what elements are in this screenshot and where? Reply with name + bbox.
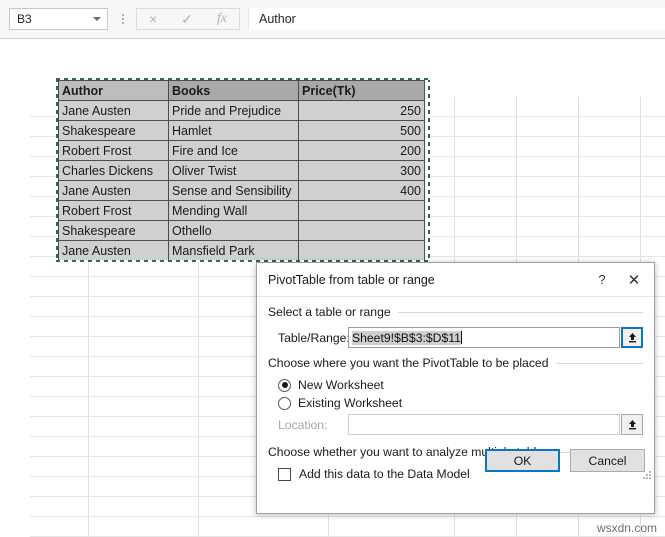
watermark: wsxdn.com bbox=[596, 521, 657, 535]
table-row: Charles Dickens Oliver Twist 300 bbox=[58, 160, 425, 181]
table-row: Shakespeare Othello bbox=[58, 220, 425, 241]
table-cell[interactable]: 250 bbox=[298, 100, 425, 121]
table-cell[interactable] bbox=[298, 200, 425, 221]
name-box[interactable]: B3 bbox=[9, 8, 108, 30]
radio-existing-worksheet-label: Existing Worksheet bbox=[298, 396, 403, 410]
table-row: Shakespeare Hamlet 500 bbox=[58, 120, 425, 141]
table-header-row: Author Books Price(Tk) bbox=[58, 80, 425, 101]
location-row: Location: bbox=[268, 414, 643, 435]
formula-bar: B3 × ✓ fx Author bbox=[0, 0, 665, 39]
resize-grip[interactable] bbox=[642, 470, 652, 480]
data-table[interactable]: Author Books Price(Tk) Jane Austen Pride and… bbox=[58, 80, 425, 261]
section-placement: Choose where you want the PivotTable to … bbox=[268, 356, 643, 370]
insert-function-icon[interactable]: fx bbox=[217, 12, 227, 26]
table-cell[interactable]: Sense and Sensibility bbox=[168, 180, 299, 201]
chevron-down-icon[interactable] bbox=[89, 9, 105, 29]
table-cell[interactable]: Charles Dickens bbox=[58, 160, 169, 181]
table-cell[interactable] bbox=[298, 220, 425, 241]
location-label: Location: bbox=[278, 417, 328, 432]
dialog-buttons: OK Cancel bbox=[485, 449, 645, 472]
formula-action-buttons: × ✓ fx bbox=[136, 8, 240, 30]
table-cell[interactable]: Pride and Prejudice bbox=[168, 100, 299, 121]
table-row: Robert Frost Mending Wall bbox=[58, 200, 425, 221]
table-header-cell[interactable]: Author bbox=[58, 80, 169, 101]
location-collapse-button[interactable] bbox=[621, 414, 643, 435]
help-icon[interactable]: ? bbox=[586, 265, 618, 295]
location-input[interactable] bbox=[348, 414, 620, 435]
radio-existing-worksheet[interactable]: Existing Worksheet bbox=[268, 396, 643, 410]
table-row: Jane Austen Mansfield Park bbox=[58, 240, 425, 261]
table-cell[interactable]: Jane Austen bbox=[58, 180, 169, 201]
table-range-row: Table/Range: Sheet9!$B$3:$D$11 bbox=[268, 327, 643, 348]
excel-window: B3 × ✓ fx Author ABCDEFG 123456789101112… bbox=[0, 0, 665, 537]
table-cell[interactable]: 400 bbox=[298, 180, 425, 201]
table-cell[interactable]: 300 bbox=[298, 160, 425, 181]
section-select-range-label: Select a table or range bbox=[268, 305, 391, 319]
cancel-icon[interactable]: × bbox=[149, 12, 157, 26]
dialog-title: PivotTable from table or range bbox=[268, 272, 435, 287]
section-select-range: Select a table or range bbox=[268, 305, 643, 319]
table-cell[interactable]: Hamlet bbox=[168, 120, 299, 141]
table-cell[interactable]: Robert Frost bbox=[58, 200, 169, 221]
cancel-button[interactable]: Cancel bbox=[570, 449, 645, 472]
name-box-value: B3 bbox=[17, 12, 32, 26]
table-cell[interactable]: Othello bbox=[168, 220, 299, 241]
table-cell[interactable]: 500 bbox=[298, 120, 425, 141]
dialog-title-bar: PivotTable from table or range ? ✕ bbox=[257, 263, 654, 297]
formula-bar-handle bbox=[116, 8, 130, 30]
table-range-input[interactable]: Sheet9!$B$3:$D$11 bbox=[348, 327, 620, 348]
ok-button[interactable]: OK bbox=[485, 449, 560, 472]
data-model-checkbox-icon[interactable] bbox=[278, 467, 291, 481]
text-caret bbox=[460, 331, 462, 344]
table-cell[interactable]: Robert Frost bbox=[58, 140, 169, 161]
pivottable-dialog: PivotTable from table or range ? ✕ Selec… bbox=[256, 262, 655, 514]
formula-input[interactable]: Author bbox=[248, 8, 665, 30]
table-cell[interactable]: Shakespeare bbox=[58, 220, 169, 241]
table-cell[interactable]: 200 bbox=[298, 140, 425, 161]
radio-new-worksheet-label: New Worksheet bbox=[298, 378, 384, 392]
table-row: Jane Austen Pride and Prejudice 250 bbox=[58, 100, 425, 121]
table-cell[interactable] bbox=[298, 240, 425, 261]
divider bbox=[397, 311, 643, 313]
radio-new-worksheet[interactable]: New Worksheet bbox=[268, 378, 643, 392]
table-cell[interactable]: Jane Austen bbox=[58, 240, 169, 261]
data-model-checkbox-label: Add this data to the Data Model bbox=[299, 467, 470, 481]
table-cell[interactable]: Shakespeare bbox=[58, 120, 169, 141]
radio-new-worksheet-icon[interactable] bbox=[278, 378, 291, 392]
table-range-label: Table/Range: bbox=[278, 330, 350, 345]
radio-existing-worksheet-icon[interactable] bbox=[278, 396, 291, 410]
section-placement-label: Choose where you want the PivotTable to … bbox=[268, 356, 549, 370]
table-cell[interactable]: Fire and Ice bbox=[168, 140, 299, 161]
table-cell[interactable]: Oliver Twist bbox=[168, 160, 299, 181]
table-cell[interactable]: Jane Austen bbox=[58, 100, 169, 121]
table-cell[interactable]: Mansfield Park bbox=[168, 240, 299, 261]
close-icon[interactable]: ✕ bbox=[618, 265, 650, 295]
divider bbox=[555, 362, 643, 364]
table-range-value: Sheet9!$B$3:$D$11 bbox=[352, 330, 461, 345]
table-row: Robert Frost Fire and Ice 200 bbox=[58, 140, 425, 161]
range-collapse-button[interactable] bbox=[621, 327, 643, 348]
table-row: Jane Austen Sense and Sensibility 400 bbox=[58, 180, 425, 201]
table-cell[interactable]: Mending Wall bbox=[168, 200, 299, 221]
table-header-cell[interactable]: Price(Tk) bbox=[298, 80, 425, 101]
table-header-cell[interactable]: Books bbox=[168, 80, 299, 101]
enter-icon[interactable]: ✓ bbox=[181, 12, 193, 26]
dialog-body: Select a table or range Table/Range: She… bbox=[257, 305, 654, 481]
gridline bbox=[30, 516, 665, 517]
